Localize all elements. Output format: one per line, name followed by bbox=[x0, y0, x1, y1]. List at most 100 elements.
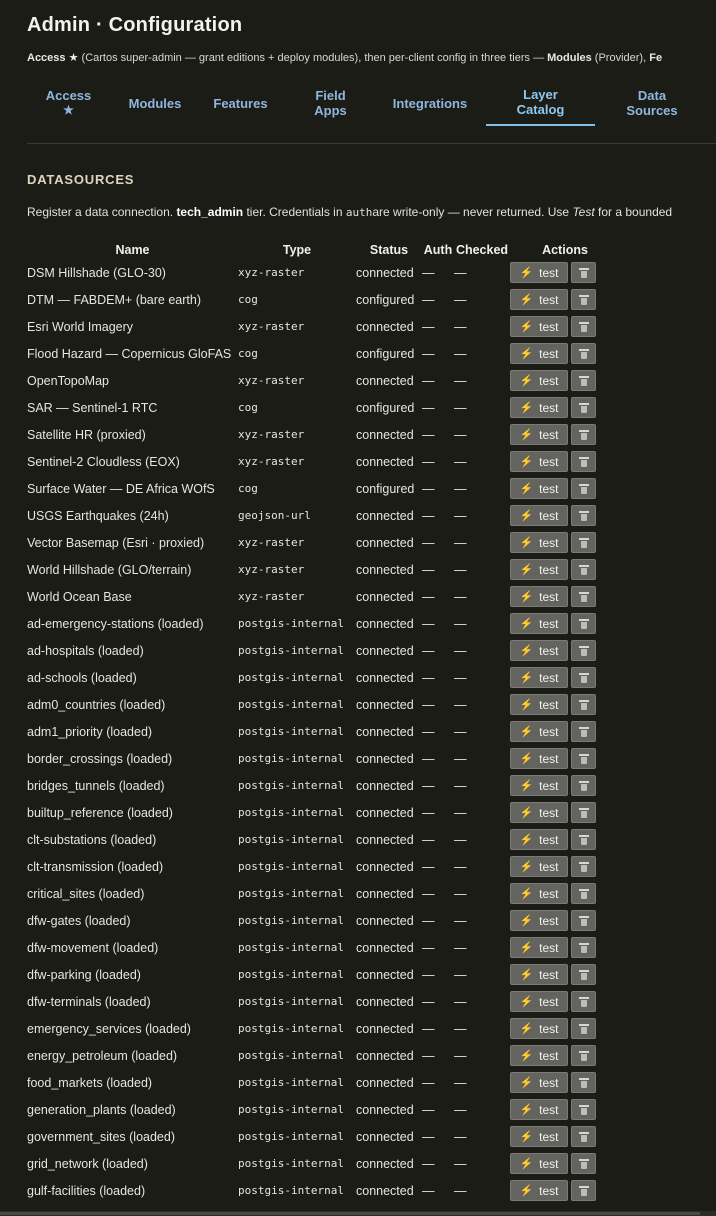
test-button[interactable]: ⚡ test bbox=[510, 289, 568, 310]
datasource-auth: — bbox=[422, 886, 435, 901]
test-button[interactable]: ⚡ test bbox=[510, 937, 568, 958]
delete-button[interactable] bbox=[571, 883, 596, 904]
delete-button[interactable] bbox=[571, 694, 596, 715]
datasource-status: connected bbox=[356, 265, 414, 280]
test-button[interactable]: ⚡ test bbox=[510, 640, 568, 661]
test-button-label: test bbox=[539, 805, 559, 820]
delete-button[interactable] bbox=[571, 964, 596, 985]
tab-layer-catalog[interactable]: Layer Catalog bbox=[486, 80, 595, 126]
lightning-icon: ⚡ bbox=[519, 267, 534, 279]
table-header-row: Name Type Status Auth Checked Actions bbox=[27, 240, 620, 259]
test-button[interactable]: ⚡ test bbox=[510, 1018, 568, 1039]
desc-test: Test bbox=[572, 205, 595, 219]
test-button[interactable]: ⚡ test bbox=[510, 370, 568, 391]
tab-field-apps[interactable]: Field Apps bbox=[303, 80, 358, 126]
test-button[interactable]: ⚡ test bbox=[510, 397, 568, 418]
test-button[interactable]: ⚡ test bbox=[510, 667, 568, 688]
datasource-name: dfw-movement (loaded) bbox=[27, 940, 159, 955]
test-button[interactable]: ⚡ test bbox=[510, 694, 568, 715]
delete-button[interactable] bbox=[571, 316, 596, 337]
tab-modules[interactable]: Modules bbox=[122, 80, 188, 126]
tab-data-sources[interactable]: Data Sources bbox=[617, 80, 687, 126]
test-button-label: test bbox=[539, 697, 559, 712]
datasource-type: postgis-internal bbox=[238, 914, 344, 927]
test-button[interactable]: ⚡ test bbox=[510, 613, 568, 634]
datasource-checked: — bbox=[454, 400, 467, 415]
horizontal-scrollbar[interactable] bbox=[0, 1211, 716, 1216]
delete-button[interactable] bbox=[571, 532, 596, 553]
datasource-checked: — bbox=[454, 1048, 467, 1063]
datasource-checked: — bbox=[454, 319, 467, 334]
test-button[interactable]: ⚡ test bbox=[510, 532, 568, 553]
test-button[interactable]: ⚡ test bbox=[510, 1126, 568, 1147]
table-row: DTM — FABDEM+ (bare earth) cog configured —… bbox=[27, 286, 620, 313]
delete-button[interactable] bbox=[571, 1126, 596, 1147]
delete-button[interactable] bbox=[571, 559, 596, 580]
datasource-auth: — bbox=[422, 481, 435, 496]
test-button[interactable]: ⚡ test bbox=[510, 1099, 568, 1120]
trash-icon bbox=[578, 726, 589, 737]
delete-button[interactable] bbox=[571, 478, 596, 499]
test-button[interactable]: ⚡ test bbox=[510, 1153, 568, 1174]
delete-button[interactable] bbox=[571, 1153, 596, 1174]
test-button[interactable]: ⚡ test bbox=[510, 343, 568, 364]
datasource-type: postgis-internal bbox=[238, 644, 344, 657]
datasource-status: connected bbox=[356, 886, 414, 901]
test-button[interactable]: ⚡ test bbox=[510, 424, 568, 445]
test-button[interactable]: ⚡ test bbox=[510, 262, 568, 283]
delete-button[interactable] bbox=[571, 289, 596, 310]
test-button[interactable]: ⚡ test bbox=[510, 586, 568, 607]
test-button[interactable]: ⚡ test bbox=[510, 856, 568, 877]
delete-button[interactable] bbox=[571, 343, 596, 364]
delete-button[interactable] bbox=[571, 640, 596, 661]
delete-button[interactable] bbox=[571, 667, 596, 688]
test-button[interactable]: ⚡ test bbox=[510, 1072, 568, 1093]
delete-button[interactable] bbox=[571, 1018, 596, 1039]
test-button[interactable]: ⚡ test bbox=[510, 505, 568, 526]
test-button[interactable]: ⚡ test bbox=[510, 559, 568, 580]
delete-button[interactable] bbox=[571, 721, 596, 742]
delete-button[interactable] bbox=[571, 451, 596, 472]
test-button[interactable]: ⚡ test bbox=[510, 1045, 568, 1066]
delete-button[interactable] bbox=[571, 586, 596, 607]
delete-button[interactable] bbox=[571, 424, 596, 445]
datasource-status: configured bbox=[356, 346, 415, 361]
delete-button[interactable] bbox=[571, 1180, 596, 1201]
test-button[interactable]: ⚡ test bbox=[510, 883, 568, 904]
datasource-name: dfw-gates (loaded) bbox=[27, 913, 131, 928]
tab-features[interactable]: Features bbox=[208, 80, 273, 126]
test-button-label: test bbox=[539, 562, 559, 577]
test-button[interactable]: ⚡ test bbox=[510, 478, 568, 499]
scrollbar-thumb[interactable] bbox=[0, 1212, 700, 1215]
test-button[interactable]: ⚡ test bbox=[510, 316, 568, 337]
test-button[interactable]: ⚡ test bbox=[510, 451, 568, 472]
delete-button[interactable] bbox=[571, 748, 596, 769]
delete-button[interactable] bbox=[571, 397, 596, 418]
test-button[interactable]: ⚡ test bbox=[510, 802, 568, 823]
tab-access[interactable]: Access ★ bbox=[37, 80, 100, 126]
delete-button[interactable] bbox=[571, 991, 596, 1012]
delete-button[interactable] bbox=[571, 937, 596, 958]
test-button[interactable]: ⚡ test bbox=[510, 964, 568, 985]
test-button[interactable]: ⚡ test bbox=[510, 721, 568, 742]
test-button[interactable]: ⚡ test bbox=[510, 991, 568, 1012]
delete-button[interactable] bbox=[571, 1045, 596, 1066]
delete-button[interactable] bbox=[571, 775, 596, 796]
delete-button[interactable] bbox=[571, 370, 596, 391]
test-button[interactable]: ⚡ test bbox=[510, 829, 568, 850]
datasource-name: Sentinel-2 Cloudless (EOX) bbox=[27, 454, 180, 469]
test-button[interactable]: ⚡ test bbox=[510, 748, 568, 769]
delete-button[interactable] bbox=[571, 856, 596, 877]
delete-button[interactable] bbox=[571, 505, 596, 526]
delete-button[interactable] bbox=[571, 613, 596, 634]
tab-integrations[interactable]: Integrations bbox=[385, 80, 475, 126]
delete-button[interactable] bbox=[571, 829, 596, 850]
test-button[interactable]: ⚡ test bbox=[510, 1180, 568, 1201]
delete-button[interactable] bbox=[571, 262, 596, 283]
delete-button[interactable] bbox=[571, 1099, 596, 1120]
test-button[interactable]: ⚡ test bbox=[510, 910, 568, 931]
delete-button[interactable] bbox=[571, 910, 596, 931]
delete-button[interactable] bbox=[571, 1072, 596, 1093]
test-button[interactable]: ⚡ test bbox=[510, 775, 568, 796]
delete-button[interactable] bbox=[571, 802, 596, 823]
